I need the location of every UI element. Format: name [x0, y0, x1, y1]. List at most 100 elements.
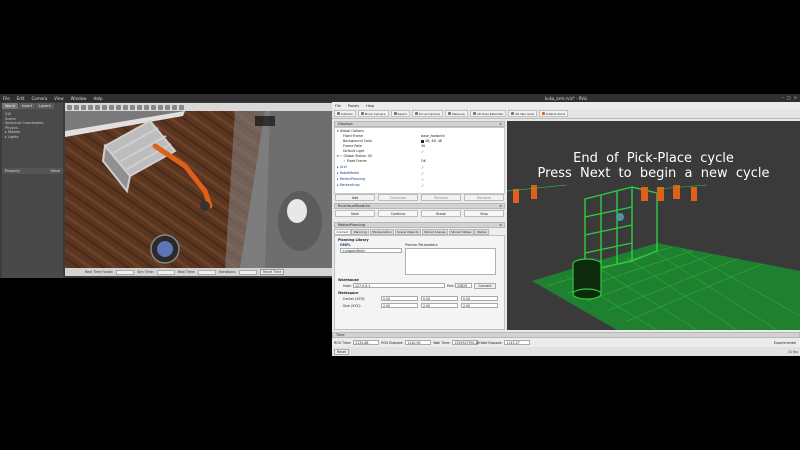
add-display-button[interactable]: Add: [335, 194, 375, 201]
publish-point-button[interactable]: Publish Point: [538, 110, 569, 117]
focus-camera-button[interactable]: Focus Camera: [411, 110, 444, 117]
grid-checkbox[interactable]: ✓: [421, 165, 424, 170]
tree-item-lights[interactable]: ▸ Lights: [5, 135, 43, 140]
measure-button[interactable]: Measure: [445, 110, 468, 117]
tab-world[interactable]: World: [2, 103, 19, 109]
select-mode-icon[interactable]: [67, 104, 72, 110]
port-input[interactable]: 33829: [455, 283, 472, 288]
menu-panels[interactable]: Panels: [348, 104, 359, 108]
motionplanning-checkbox[interactable]: ✓: [421, 177, 424, 182]
stop-button[interactable]: Stop: [464, 210, 504, 217]
planner-select[interactable]: <unspecified>: [340, 248, 402, 253]
cylinder-shape-icon[interactable]: [123, 104, 128, 110]
select-button[interactable]: Select: [390, 110, 410, 117]
size-z-input[interactable]: 2.00: [461, 303, 498, 308]
display-row-motionplanning[interactable]: ▸ MotionPlanning ✓: [335, 177, 506, 182]
overlay-text: End of Pick-Place cycle Press Next to be…: [507, 151, 800, 181]
undo-icon[interactable]: [95, 104, 100, 110]
translate-icon[interactable]: [74, 104, 79, 110]
publish-point-label: Publish Point: [545, 111, 566, 116]
maximize-icon[interactable]: □: [787, 95, 791, 100]
gz-menu-view[interactable]: View: [54, 96, 64, 101]
gz-menu-help[interactable]: Help: [93, 96, 102, 101]
reset-time-button[interactable]: Reset Time: [260, 269, 285, 275]
gazebo-statusbar: Real Time Factor: Sim Time: Real Time: I…: [65, 268, 332, 276]
minimize-icon[interactable]: –: [782, 95, 784, 100]
remove-display-button[interactable]: Remove: [421, 194, 461, 201]
copy-icon[interactable]: [151, 104, 156, 110]
ros-elapsed-label: ROS Elapsed:: [381, 340, 404, 345]
row-label: Fixed Frame: [346, 159, 367, 163]
gz-menu-window[interactable]: Window: [71, 96, 87, 101]
move-camera-button[interactable]: Move Camera: [357, 110, 389, 117]
displays-buttons: Add Duplicate Remove Rename: [334, 194, 505, 201]
iterations-field: [239, 269, 258, 275]
center-y-input[interactable]: 0.00: [421, 296, 458, 301]
gazebo-scene: [65, 111, 332, 268]
focus-camera-icon: [414, 112, 418, 115]
center-z-input[interactable]: 0.00: [461, 296, 498, 301]
break-button[interactable]: Break: [421, 210, 461, 217]
drop-bin: [572, 258, 602, 300]
spot-light-icon[interactable]: [137, 104, 142, 110]
center-x-input[interactable]: 0.00: [381, 296, 418, 301]
gazebo-toolbar: [65, 103, 332, 111]
align-icon[interactable]: [165, 104, 170, 110]
reset-button[interactable]: Reset: [334, 348, 349, 355]
display-row-grid[interactable]: ▸ Grid ✓: [335, 165, 506, 170]
connect-button[interactable]: Connect: [474, 282, 496, 289]
sphere-shape-icon[interactable]: [116, 104, 121, 110]
box-shape-icon[interactable]: [109, 104, 114, 110]
overlay-line-1: End of Pick-Place cycle: [573, 151, 734, 166]
row-label: Global Status: Ok: [343, 154, 373, 158]
point-light-icon[interactable]: [130, 104, 135, 110]
interact-button[interactable]: Interact: [334, 110, 356, 117]
redo-icon[interactable]: [102, 104, 107, 110]
pose-estimate-button[interactable]: 2D Pose Estimate: [469, 110, 507, 117]
real-time-field: [198, 269, 217, 275]
close-icon[interactable]: ×: [499, 223, 502, 228]
gz-menu-camera[interactable]: Camera: [31, 96, 47, 101]
menu-help[interactable]: Help: [366, 104, 374, 108]
snap-icon[interactable]: [172, 104, 177, 110]
status-ok-icon: ✓: [339, 154, 343, 158]
rename-display-button[interactable]: Rename: [464, 194, 504, 201]
tab-layers[interactable]: Layers: [36, 103, 54, 109]
menu-file[interactable]: File: [335, 104, 341, 108]
select-icon: [393, 112, 397, 115]
host-input[interactable]: 127.0.0.1: [353, 283, 445, 288]
gazebo-3d-view[interactable]: [65, 111, 332, 268]
paste-icon[interactable]: [158, 104, 163, 110]
screenshot-icon[interactable]: [179, 104, 184, 110]
rviz-window: kuka_arm.rviz* - RViz – □ × File Panels …: [332, 94, 800, 356]
center-label: Center (XYZ):: [343, 297, 366, 301]
nav-goal-button[interactable]: 2D Nav Goal: [508, 110, 537, 117]
rotate-icon[interactable]: [81, 104, 86, 110]
motion-planning-context: Planning Library OMPL <unspecified> Plan…: [334, 235, 505, 330]
gz-menu-file[interactable]: File: [3, 96, 10, 101]
markerarray-checkbox[interactable]: ✓: [421, 183, 424, 188]
iterations-label: Iterations:: [219, 270, 237, 274]
gz-menu-edit[interactable]: Edit: [17, 96, 25, 101]
close-icon[interactable]: ×: [499, 204, 502, 209]
motion-planning-title: MotionPlanning: [338, 223, 365, 227]
display-row-robotmodel[interactable]: ▸ RobotModel ✓: [335, 171, 506, 176]
scale-icon[interactable]: [88, 104, 93, 110]
tab-insert[interactable]: Insert: [19, 103, 36, 109]
display-row-fixed-frame-status[interactable]: ✓ Fixed Frame OK: [335, 159, 506, 164]
measure-icon: [448, 112, 452, 115]
background-color-text: 48; 48; 48: [425, 139, 442, 143]
size-y-input[interactable]: 2.00: [421, 303, 458, 308]
nav-goal-icon: [511, 112, 515, 115]
next-button[interactable]: Next: [335, 210, 375, 217]
size-x-input[interactable]: 2.00: [381, 303, 418, 308]
display-row-markerarray[interactable]: ▸ MarkerArray ✓: [335, 183, 506, 188]
continue-button[interactable]: Continue: [378, 210, 418, 217]
close-icon[interactable]: ×: [794, 95, 797, 100]
planner-parameters-table[interactable]: [405, 248, 496, 275]
robotmodel-checkbox[interactable]: ✓: [421, 171, 424, 176]
duplicate-display-button[interactable]: Duplicate: [378, 194, 418, 201]
wall-time-value: 1529527931.80: [452, 340, 480, 345]
rviz-3d-view[interactable]: End of Pick-Place cycle Press Next to be…: [507, 121, 800, 330]
directional-light-icon[interactable]: [144, 104, 149, 110]
